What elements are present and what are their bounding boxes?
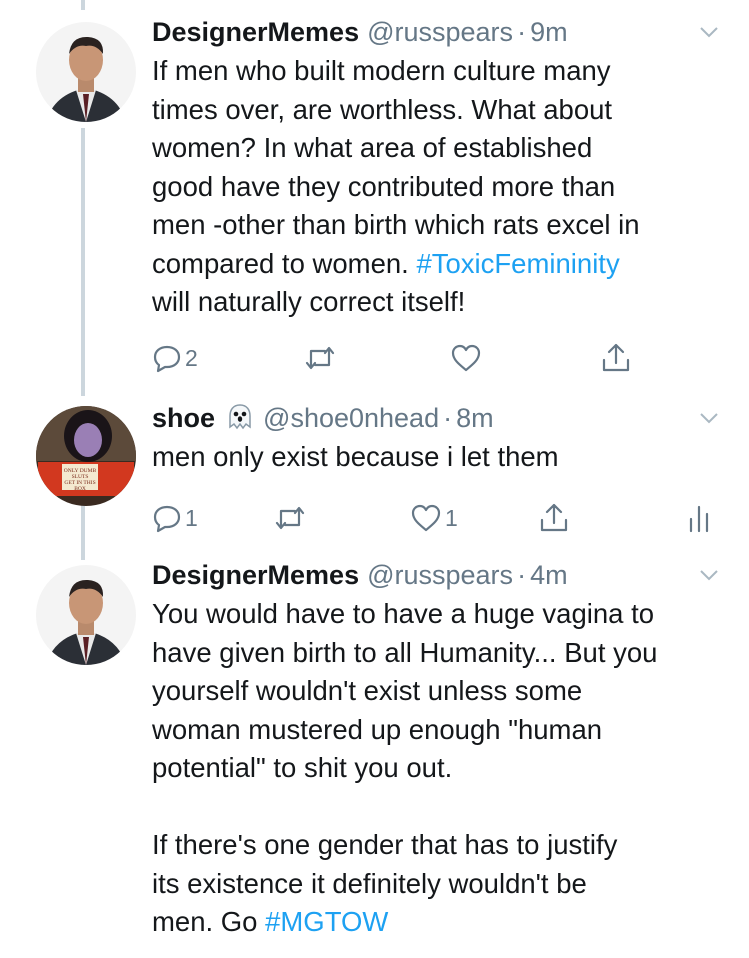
like-button[interactable] xyxy=(450,338,482,378)
chevron-down-icon[interactable] xyxy=(697,563,721,587)
text-line: men only exist because i let them xyxy=(152,441,559,472)
display-name[interactable]: DesignerMemes xyxy=(152,14,359,50)
tweet-header: DesignerMemes @russpears · 4m xyxy=(152,557,568,593)
action-bar: 2 xyxy=(0,338,749,378)
handle[interactable]: @shoe0nhead xyxy=(263,400,439,436)
profile-photo-woman-with-box-icon: ONLY DUMB SLUTS GET IN THIS BOX xyxy=(36,406,136,506)
retweet-icon xyxy=(305,346,335,370)
tweet-header: shoe @shoe0nhead · 8m xyxy=(152,400,494,436)
text-line: yourself wouldn't exist unless some xyxy=(152,675,583,706)
text-line: potential" to shit you out. xyxy=(152,752,453,783)
reply-icon xyxy=(153,505,181,533)
reply-button[interactable]: 1 xyxy=(152,498,198,538)
text-line: will naturally correct itself! xyxy=(152,286,466,317)
profile-photo-man-in-suit-icon xyxy=(36,22,136,122)
retweet-button[interactable] xyxy=(273,498,307,538)
timestamp[interactable]: 4m xyxy=(530,557,568,593)
profile-photo-man-in-suit-icon xyxy=(36,565,136,665)
text-line: women? In what area of established xyxy=(152,132,593,163)
hashtag-link[interactable]: #ToxicFemininity xyxy=(416,248,619,279)
tweet-text: men only exist because i let them xyxy=(152,438,732,477)
heart-icon xyxy=(411,504,441,532)
display-name[interactable]: shoe xyxy=(152,400,215,436)
avatar[interactable]: ONLY DUMB SLUTS GET IN THIS BOX xyxy=(36,406,136,506)
share-button[interactable] xyxy=(600,338,632,378)
timestamp[interactable]: 9m xyxy=(530,14,568,50)
box-text: BOX xyxy=(74,486,86,492)
retweet-button[interactable] xyxy=(303,338,337,378)
text-segment: men. Go xyxy=(152,906,266,937)
like-count: 1 xyxy=(445,504,458,531)
like-button[interactable]: 1 xyxy=(410,498,458,538)
text-line: If men who built modern culture many xyxy=(152,55,611,86)
handle[interactable]: @russpears xyxy=(367,14,513,50)
tweet-text: If men who built modern culture many tim… xyxy=(152,52,732,322)
text-segment: compared to women. xyxy=(152,247,417,279)
text-line: woman mustered up enough "human xyxy=(152,713,603,745)
action-bar: 1 1 xyxy=(0,498,749,538)
reply-count: 1 xyxy=(185,504,198,531)
analytics-button[interactable] xyxy=(686,498,712,538)
separator-dot: · xyxy=(443,403,453,433)
avatar[interactable] xyxy=(36,22,136,122)
chevron-down-icon[interactable] xyxy=(697,406,721,430)
text-line: men -other than birth which rats excel i… xyxy=(152,209,640,240)
reply-button[interactable]: 2 xyxy=(152,338,198,378)
ghost-icon xyxy=(225,403,255,433)
text-line: times over, are worthless. What about xyxy=(152,93,613,125)
reply-count: 2 xyxy=(185,344,198,371)
chevron-down-icon[interactable] xyxy=(697,20,721,44)
timestamp[interactable]: 8m xyxy=(456,400,494,436)
text-line: If there's one gender that has to justif… xyxy=(152,829,618,860)
display-name[interactable]: DesignerMemes xyxy=(152,557,359,593)
share-button[interactable] xyxy=(538,498,570,538)
avatar[interactable] xyxy=(36,565,136,665)
text-line: its existence it definitely wouldn't be xyxy=(152,867,587,899)
separator-dot: · xyxy=(517,17,527,47)
share-icon xyxy=(602,343,630,372)
heart-icon xyxy=(451,344,481,372)
text-line: You would have to have a huge vagina to xyxy=(152,598,655,629)
reply-icon xyxy=(153,345,181,373)
separator-dot: · xyxy=(517,560,527,590)
handle[interactable]: @russpears xyxy=(367,557,513,593)
hashtag-link[interactable]: #MGTOW xyxy=(265,906,388,937)
text-line: have given birth to all Humanity... But … xyxy=(152,636,658,668)
tweet-header: DesignerMemes @russpears · 9m xyxy=(152,14,568,50)
text-line: men. Go #MGTOW xyxy=(152,903,732,942)
analytics-icon xyxy=(689,505,709,533)
retweet-icon xyxy=(275,506,305,530)
share-icon xyxy=(540,503,568,532)
tweet-text: You would have to have a huge vagina to … xyxy=(152,595,732,942)
thread-line-top xyxy=(81,0,85,10)
text-line: compared to women. #ToxicFemininity xyxy=(152,245,732,284)
text-line: good have they contributed more than xyxy=(152,170,616,202)
